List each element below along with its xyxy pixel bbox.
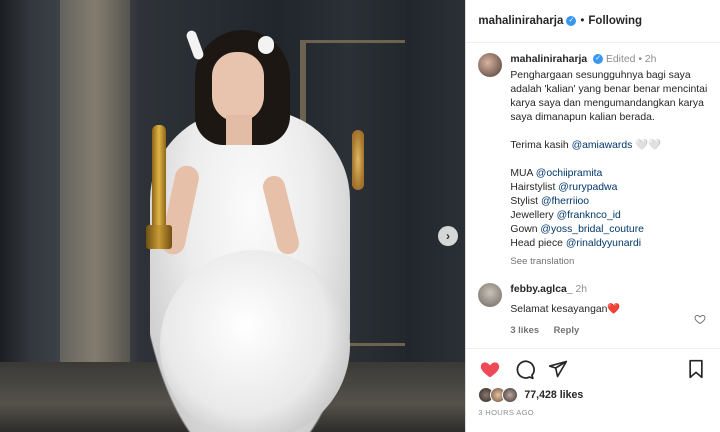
post-timestamp[interactable]: 3 HOURS AGO: [478, 408, 708, 417]
mention-link[interactable]: @amiawards: [572, 140, 633, 151]
photo-dress-skirt: [160, 250, 350, 432]
post-header: mahaliniraharja ✓ • Following: [466, 0, 720, 43]
chevron-right-icon: ›: [446, 229, 450, 243]
verified-badge-icon: ✓: [593, 54, 604, 65]
credit-role: Head piece: [510, 238, 566, 249]
comment-like-icon[interactable]: [694, 313, 706, 328]
credit-line: Jewellery @franknco_id: [510, 209, 708, 223]
liker-avatar: [502, 387, 519, 403]
edited-label: Edited: [605, 54, 636, 65]
photo-bg-lamp: [352, 130, 364, 190]
comment-body: febby.aglca_ 2h Selamat kesayangan❤️ 3 l…: [510, 283, 708, 337]
credit-role: Stylist: [510, 196, 541, 207]
caption-paragraph: Penghargaan sesungguhnya bagi saya adala…: [510, 70, 708, 123]
header-username[interactable]: mahaliniraharja: [478, 15, 563, 27]
credit-line: Gown @yoss_bridal_couture: [510, 223, 708, 237]
separator-dot: •: [580, 15, 585, 27]
credit-line: Stylist @fherriioo: [510, 195, 708, 209]
reply-button[interactable]: Reply: [554, 324, 580, 335]
thanks-emoji: 🤍🤍: [632, 140, 662, 151]
photo-neck: [226, 115, 252, 145]
comment-time: 2h: [575, 284, 587, 295]
mention-link[interactable]: @rinaldyyunardi: [566, 238, 641, 249]
following-button[interactable]: Following: [588, 15, 642, 27]
credit-role: Jewellery: [510, 210, 557, 221]
bookmark-icon[interactable]: [684, 357, 708, 381]
mention-link[interactable]: @ochiipramita: [536, 168, 603, 179]
caption-thanks: Terima kasih @amiawards 🤍🤍: [510, 139, 708, 153]
comment-likes[interactable]: 3 likes: [510, 324, 539, 335]
see-translation-link[interactable]: See translation: [510, 255, 708, 269]
photo-headpiece: [258, 36, 274, 54]
caption-time: 2h: [644, 54, 657, 65]
credit-line: Hairstylist @rurypadwa: [510, 181, 708, 195]
comment-item: febby.aglca_ 2h Selamat kesayangan❤️ 3 l…: [478, 283, 708, 337]
post-photo[interactable]: ›: [0, 0, 466, 432]
mention-link[interactable]: @franknco_id: [557, 210, 621, 221]
mention-link[interactable]: @rurypadwa: [558, 182, 617, 193]
credit-line: MUA @ochiipramita: [510, 167, 708, 181]
comments-scroll-area[interactable]: mahaliniraharja ✓ Edited • 2h Penghargaa…: [466, 43, 720, 348]
instagram-post: › mahaliniraharja ✓ • Following mahalini…: [0, 0, 720, 432]
caption-header: mahaliniraharja ✓ Edited • 2h: [510, 53, 708, 67]
photo-trophy-base: [146, 225, 172, 249]
mention-link[interactable]: @yoss_bridal_couture: [540, 224, 644, 235]
post-actions-footer: 77,428 likes 3 HOURS AGO: [466, 348, 720, 432]
action-bar: [478, 357, 708, 381]
post-side-panel: mahaliniraharja ✓ • Following mahalinira…: [465, 0, 720, 432]
photo-face: [212, 52, 264, 122]
comment-text: Selamat kesayangan❤️: [510, 304, 621, 315]
comment-actions: 3 likes Reply: [510, 323, 708, 337]
verified-badge-icon: ✓: [566, 16, 577, 26]
photo-headpiece: [185, 29, 205, 61]
avatar[interactable]: [478, 53, 503, 77]
heart-filled-icon[interactable]: [478, 357, 502, 381]
paper-plane-icon[interactable]: [546, 357, 570, 381]
credit-role: MUA: [510, 168, 536, 179]
avatar[interactable]: [478, 283, 503, 307]
next-image-button[interactable]: ›: [438, 226, 458, 246]
caption-body: mahaliniraharja ✓ Edited • 2h Penghargaa…: [510, 53, 708, 269]
credit-role: Gown: [510, 224, 541, 235]
likes-row[interactable]: 77,428 likes: [478, 387, 708, 403]
comment-icon[interactable]: [512, 357, 536, 381]
mention-link[interactable]: @fherriioo: [541, 196, 589, 207]
likes-count[interactable]: 77,428 likes: [524, 389, 583, 401]
credit-line: Head piece @rinaldyyunardi: [510, 237, 708, 251]
thanks-text: Terima kasih: [510, 140, 572, 151]
caption: mahaliniraharja ✓ Edited • 2h Penghargaa…: [478, 53, 708, 269]
caption-username[interactable]: mahaliniraharja: [510, 54, 587, 65]
credit-role: Hairstylist: [510, 182, 559, 193]
comment-username[interactable]: febby.aglca_: [510, 284, 572, 295]
